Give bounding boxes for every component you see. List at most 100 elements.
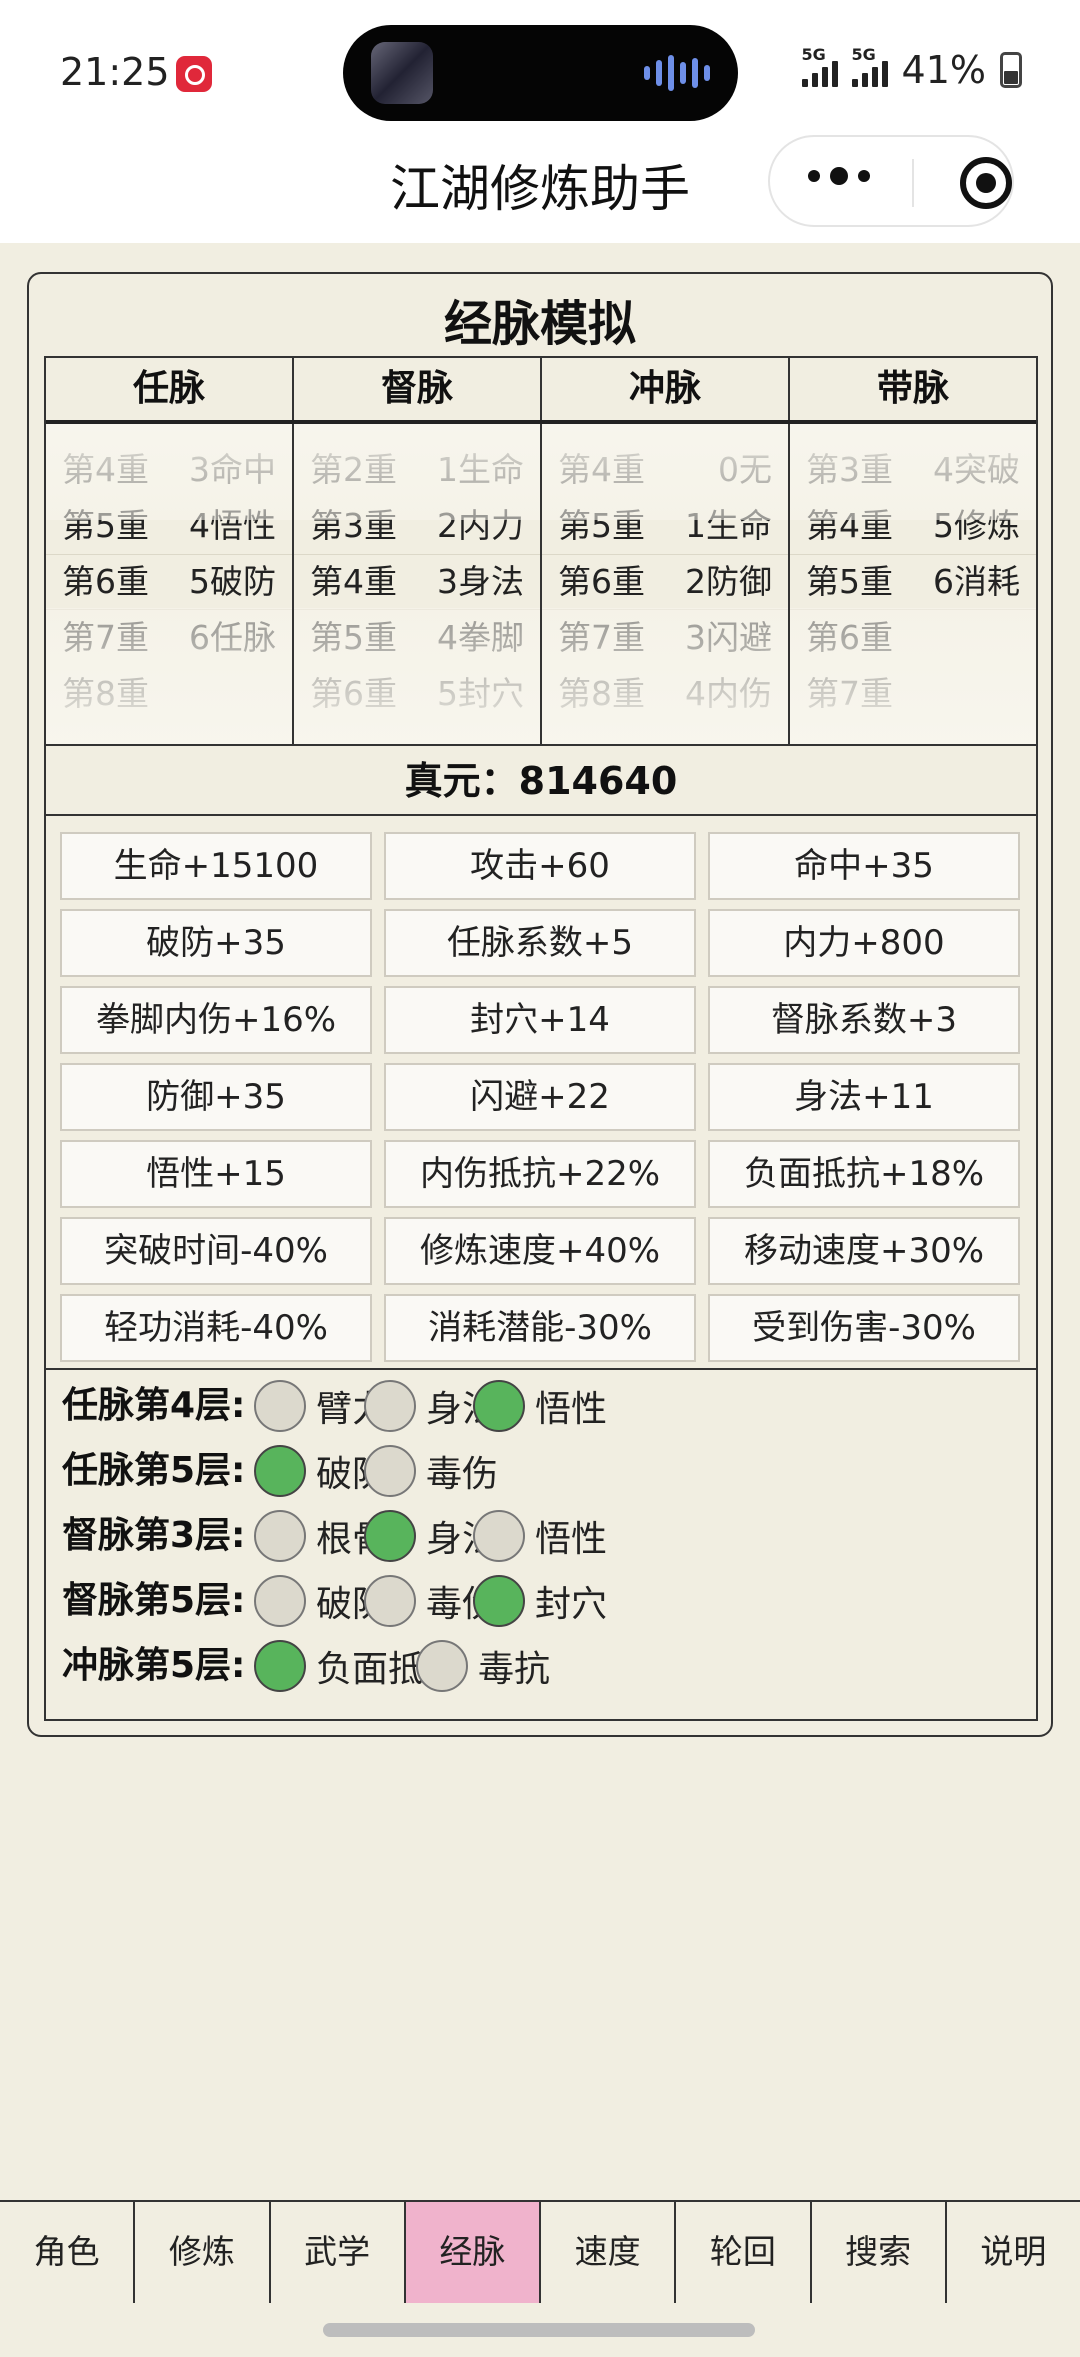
- picker-level: 第5重: [806, 562, 893, 601]
- picker-option[interactable]: 第6重 5破防: [46, 554, 292, 610]
- meridian-wheel-column[interactable]: 第3重 4突破 第4重 5修炼 第5重 6消耗第6重第7重: [790, 424, 1036, 744]
- picker-effect: 4悟性: [189, 506, 276, 545]
- picker-option[interactable]: 第6重 2防御: [542, 554, 788, 610]
- picker-option[interactable]: 第2重 1生命: [294, 442, 540, 498]
- picker-option[interactable]: 第5重 4拳脚: [294, 610, 540, 666]
- nav-tab[interactable]: 修炼: [135, 2202, 271, 2303]
- picker-option[interactable]: 第3重 2内力: [294, 498, 540, 554]
- status-bar: 21:25 5G 5G 41%: [0, 0, 1080, 135]
- radio-unchecked-icon[interactable]: [416, 1640, 468, 1692]
- layer-option-label: 任脉第5层:: [62, 1450, 246, 1491]
- nav-tab[interactable]: 速度: [541, 2202, 677, 2303]
- battery-icon: [1000, 52, 1022, 88]
- meridian-header-cell: 冲脉: [542, 358, 790, 420]
- attribute-cell: 突破时间-40%: [60, 1217, 372, 1285]
- nav-tab[interactable]: 轮回: [676, 2202, 812, 2303]
- picker-option[interactable]: 第7重 6任脉: [46, 610, 292, 666]
- radio-option[interactable]: 悟性: [473, 1510, 607, 1562]
- radio-option-label: 封穴: [535, 1584, 608, 1625]
- picker-effect: 4突破: [933, 450, 1020, 489]
- radio-unchecked-icon[interactable]: [364, 1445, 416, 1497]
- picker-option[interactable]: 第6重 5封穴: [294, 666, 540, 722]
- picker-level: 第4重: [558, 450, 645, 489]
- picker-effect: 3命中: [189, 450, 276, 489]
- meridian-wheel-column[interactable]: 第4重 0无 第5重 1生命 第6重 2防御 第7重 3闪避 第8重 4内伤: [542, 424, 790, 744]
- picker-option[interactable]: 第4重 5修炼: [790, 498, 1036, 554]
- picker-option[interactable]: 第7重 3闪避: [542, 610, 788, 666]
- dynamic-island[interactable]: [343, 25, 738, 121]
- attribute-grid: 生命+15100 攻击+60 命中+35 破防+35 任脉系数+5 内力+800 拳脚内伤+…: [60, 832, 1022, 1362]
- radio-unchecked-icon[interactable]: [254, 1575, 306, 1627]
- picker-level: 第6重: [558, 562, 645, 601]
- radio-checked-icon[interactable]: [254, 1640, 306, 1692]
- picker-level: 第5重: [558, 506, 645, 545]
- picker-level: 第8重: [62, 674, 149, 713]
- layer-option-label: 督脉第3层:: [62, 1515, 246, 1556]
- more-icon[interactable]: [808, 167, 870, 185]
- radio-unchecked-icon[interactable]: [254, 1510, 306, 1562]
- meridian-wheel-column[interactable]: 第2重 1生命 第3重 2内力 第4重 3身法 第5重 4拳脚 第6重 5封穴: [294, 424, 542, 744]
- radio-option[interactable]: 悟性: [473, 1380, 607, 1432]
- meridian-header-cell: 任脉: [46, 358, 294, 420]
- attribute-cell: 封穴+14: [384, 986, 696, 1054]
- nav-tab[interactable]: 经脉: [405, 2202, 541, 2303]
- attribute-cell: 轻功消耗-40%: [60, 1294, 372, 1362]
- picker-option[interactable]: 第8重: [46, 666, 292, 722]
- meridian-wheel-column[interactable]: 第4重 3命中 第5重 4悟性 第6重 5破防 第7重 6任脉第8重: [46, 424, 294, 744]
- layer-option-label: 督脉第5层:: [62, 1580, 246, 1621]
- status-time: 21:25: [60, 50, 170, 94]
- close-miniprogram-icon[interactable]: [960, 157, 1012, 209]
- picker-effect: 3身法: [437, 562, 524, 601]
- radio-option[interactable]: 封穴: [473, 1575, 607, 1627]
- music-app-icon: [176, 56, 212, 92]
- nav-tab[interactable]: 说明: [947, 2202, 1080, 2303]
- attribute-cell: 负面抵抗+18%: [708, 1140, 1020, 1208]
- picker-option[interactable]: 第6重: [790, 610, 1036, 666]
- radio-unchecked-icon[interactable]: [364, 1380, 416, 1432]
- home-indicator[interactable]: [323, 2323, 755, 2337]
- layer-option-row: 任脉第4层: 臂力 身法 悟性: [62, 1376, 1022, 1436]
- attribute-cell: 命中+35: [708, 832, 1020, 900]
- nav-tab[interactable]: 武学: [271, 2202, 406, 2303]
- attribute-cell: 防御+35: [60, 1063, 372, 1131]
- picker-option[interactable]: 第5重 1生命: [542, 498, 788, 554]
- nav-tab[interactable]: 搜索: [812, 2202, 947, 2303]
- picker-option[interactable]: 第4重 0无: [542, 442, 788, 498]
- attribute-cell: 内力+800: [708, 909, 1020, 977]
- meridian-picker: 第4重 3命中 第5重 4悟性 第6重 5破防 第7重 6任脉 第8重 第2重 1生命 第3重 2内力第…: [46, 424, 1036, 744]
- nav-tab[interactable]: 角色: [0, 2202, 136, 2303]
- capsule-divider: [912, 159, 914, 207]
- picker-level: 第7重: [62, 618, 149, 657]
- picker-level: 第2重: [310, 450, 397, 489]
- picker-option[interactable]: 第5重 6消耗: [790, 554, 1036, 610]
- picker-effect: 4拳脚: [437, 618, 524, 657]
- layer-option-row: 任脉第5层: 破防 毒伤: [62, 1441, 1022, 1501]
- radio-option[interactable]: 毒抗: [416, 1640, 550, 1692]
- radio-checked-icon[interactable]: [473, 1380, 525, 1432]
- status-indicators: 5G 5G 41%: [801, 45, 1022, 92]
- picker-option[interactable]: 第4重 3命中: [46, 442, 292, 498]
- attribute-cell: 受到伤害-30%: [708, 1294, 1020, 1362]
- picker-level: 第6重: [806, 618, 893, 657]
- options-divider: [46, 1368, 1036, 1370]
- picker-option[interactable]: 第8重 4内伤: [542, 666, 788, 722]
- meridian-header-cell: 带脉: [876, 368, 949, 409]
- attribute-cell: 督脉系数+3: [708, 986, 1020, 1054]
- radio-unchecked-icon[interactable]: [254, 1380, 306, 1432]
- picker-option[interactable]: 第3重 4突破: [790, 442, 1036, 498]
- picker-option[interactable]: 第4重 3身法: [294, 554, 540, 610]
- radio-checked-icon[interactable]: [254, 1445, 306, 1497]
- attribute-cell: 移动速度+30%: [708, 1217, 1020, 1285]
- picker-option[interactable]: 第7重: [790, 666, 1036, 722]
- radio-unchecked-icon[interactable]: [473, 1510, 525, 1562]
- signal-icon: 5G: [851, 45, 888, 87]
- radio-option[interactable]: 毒伤: [364, 1445, 498, 1497]
- picker-option[interactable]: 第5重 4悟性: [46, 498, 292, 554]
- radio-checked-icon[interactable]: [473, 1575, 525, 1627]
- zhenyuan-total: 真元：814640: [46, 744, 1036, 816]
- picker-effect: 5破防: [189, 562, 276, 601]
- radio-checked-icon[interactable]: [364, 1510, 416, 1562]
- picker-level: 第6重: [310, 674, 397, 713]
- radio-unchecked-icon[interactable]: [364, 1575, 416, 1627]
- zhenyuan-value: 814640: [518, 759, 678, 803]
